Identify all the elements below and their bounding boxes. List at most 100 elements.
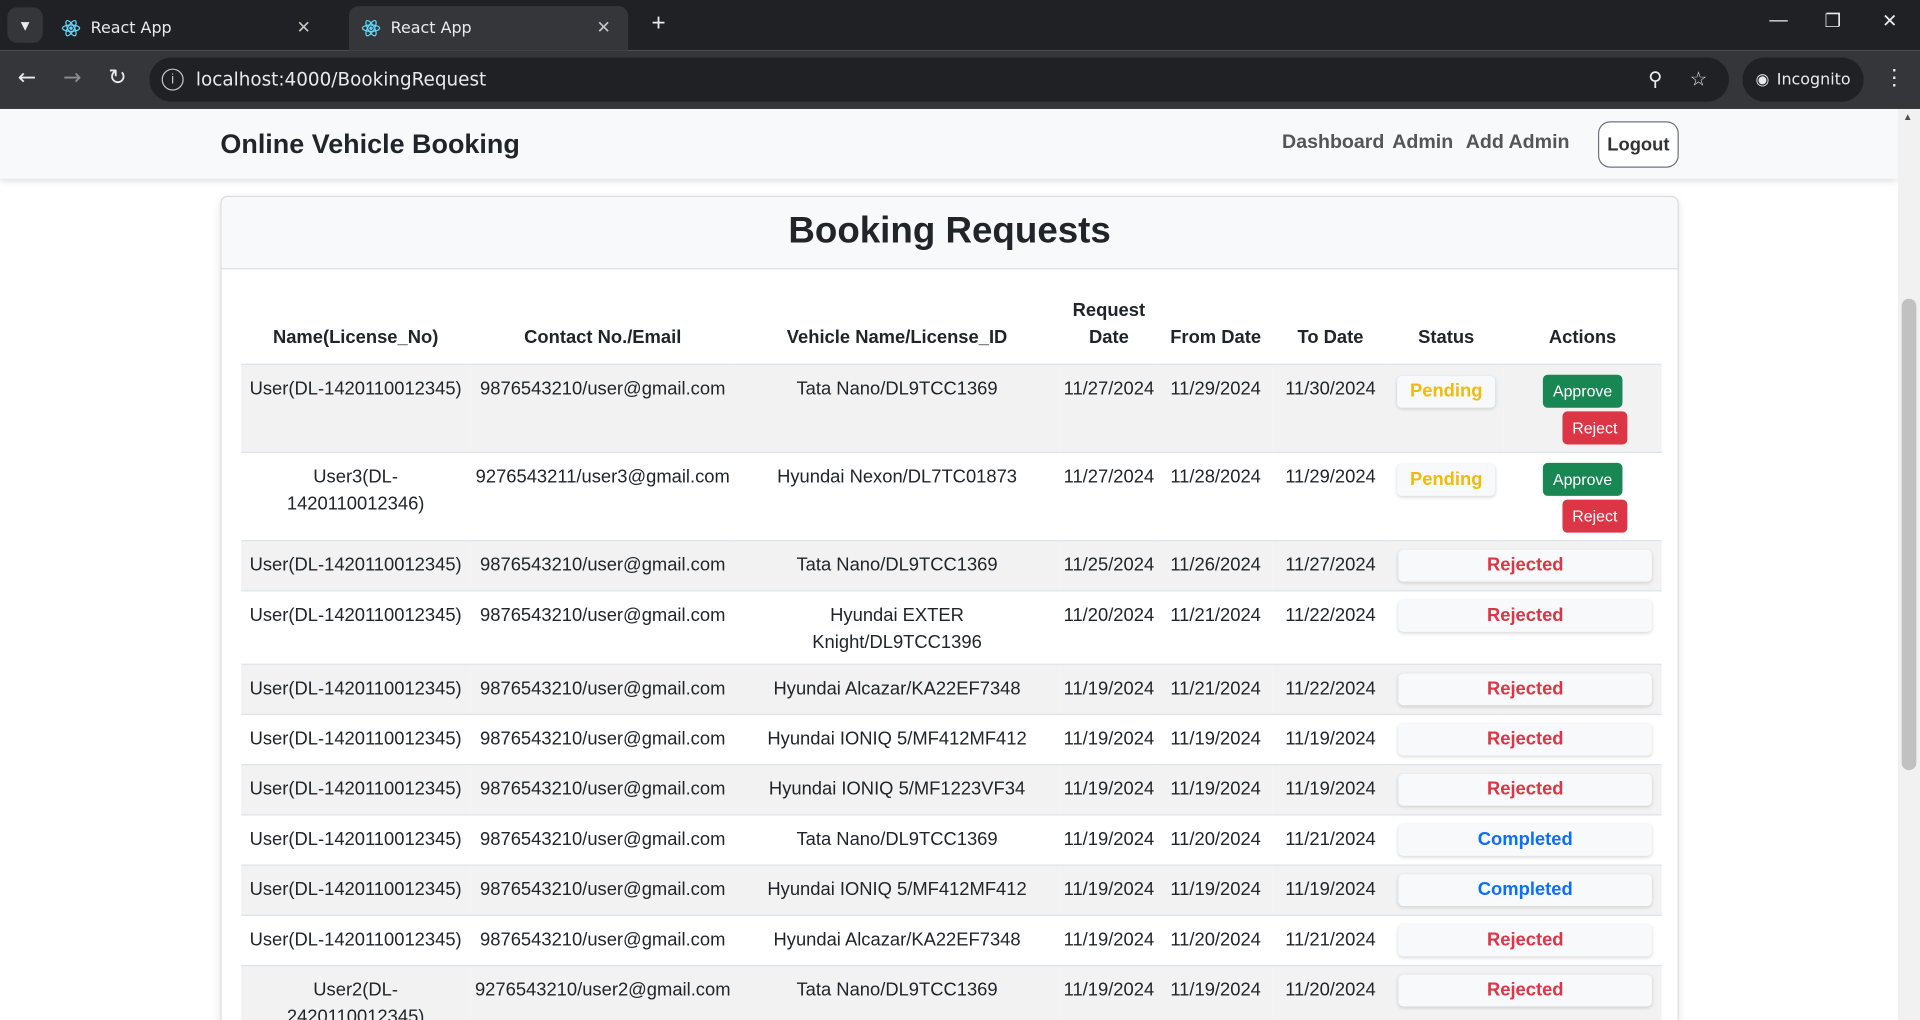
cell-to-date: 11/30/2024	[1272, 364, 1389, 454]
cell-status: Completed	[1388, 865, 1662, 916]
cell-status: Rejected	[1388, 764, 1662, 816]
cell-vehicle: Tata Nano/DL9TCC1369	[735, 965, 1059, 1020]
cell-to-date: 11/20/2024	[1272, 965, 1389, 1020]
cell-contact: 9876543210/user@gmail.com	[470, 364, 736, 454]
cell-contact: 9876543210/user@gmail.com	[470, 714, 736, 766]
scrollbar-thumb[interactable]	[1901, 298, 1917, 771]
page-scrollbar[interactable]: ▲	[1897, 108, 1920, 1020]
table-row: User(DL-1420110012345) 9876543210/user@g…	[241, 764, 1662, 816]
page-viewport: Online Vehicle Booking Dashboard Admin A…	[0, 108, 1898, 1020]
cell-status: Rejected	[1388, 965, 1662, 1020]
reload-icon[interactable]: ↻	[103, 65, 132, 91]
close-icon[interactable]: ✕	[591, 18, 615, 38]
star-icon[interactable]: ☆	[1690, 67, 1708, 91]
approve-button[interactable]: Approve	[1543, 374, 1623, 408]
cell-from-date: 11/20/2024	[1159, 814, 1273, 866]
table-row: User(DL-1420110012345) 9876543210/user@g…	[241, 364, 1662, 454]
cell-status: Completed	[1388, 814, 1662, 866]
cell-request-date: 11/19/2024	[1058, 764, 1160, 816]
tab-search-button[interactable]: ▼	[7, 7, 43, 43]
cell-request-date: 11/20/2024	[1058, 590, 1160, 665]
column-header-contact: Contact No./Email	[470, 292, 736, 365]
cell-from-date: 11/19/2024	[1159, 714, 1273, 766]
restore-icon[interactable]: ❐	[1825, 10, 1841, 32]
cell-request-date: 11/19/2024	[1058, 714, 1160, 766]
cell-name: User(DL-1420110012345)	[241, 364, 471, 454]
cell-from-date: 11/19/2024	[1159, 865, 1273, 916]
cell-contact: 9876543210/user@gmail.com	[470, 764, 736, 816]
cell-to-date: 11/21/2024	[1272, 915, 1389, 967]
cell-to-date: 11/27/2024	[1272, 540, 1389, 592]
table-row: User2(DL-2420110012345) 9276543210/user2…	[241, 965, 1662, 1020]
info-icon[interactable]: i	[161, 68, 184, 91]
approve-button[interactable]: Approve	[1543, 462, 1623, 496]
browser-tab-1[interactable]: React App ✕	[49, 6, 328, 50]
plus-icon[interactable]: +	[651, 10, 665, 38]
reject-button[interactable]: Reject	[1562, 499, 1628, 533]
incognito-indicator[interactable]: ◉ Incognito	[1742, 57, 1864, 102]
cell-contact: 9276543210/user2@gmail.com	[470, 965, 736, 1020]
cell-contact: 9876543210/user@gmail.com	[470, 915, 736, 967]
cell-name: User(DL-1420110012345)	[241, 814, 471, 866]
cell-from-date: 11/26/2024	[1159, 540, 1273, 592]
column-header-vehicle: Vehicle Name/License_ID	[735, 292, 1059, 365]
kebab-menu-icon[interactable]: ⋮	[1883, 65, 1905, 91]
cell-status: Rejected	[1388, 540, 1662, 592]
status-badge: Completed	[1398, 874, 1652, 907]
cell-contact: 9876543210/user@gmail.com	[470, 814, 736, 866]
cell-from-date: 11/28/2024	[1159, 452, 1273, 542]
scroll-up-arrow-icon[interactable]: ▲	[1903, 111, 1913, 122]
cell-name: User(DL-1420110012345)	[241, 865, 471, 916]
cell-vehicle: Hyundai EXTER Knight/DL9TCC1396	[735, 590, 1059, 665]
cell-request-date: 11/19/2024	[1058, 915, 1160, 967]
table-row: User(DL-1420110012345) 9876543210/user@g…	[241, 714, 1662, 766]
logout-button[interactable]: Logout	[1597, 121, 1679, 168]
cell-name: User3(DL-1420110012346)	[241, 452, 471, 542]
cell-contact: 9876543210/user@gmail.com	[470, 865, 736, 916]
column-header-to-date: To Date	[1272, 292, 1389, 365]
table-row: User(DL-1420110012345) 9876543210/user@g…	[241, 590, 1662, 665]
cell-name: User(DL-1420110012345)	[241, 764, 471, 816]
cell-vehicle: Hyundai IONIQ 5/MF412MF412	[735, 714, 1059, 766]
status-badge: Pending	[1397, 375, 1495, 408]
cell-to-date: 11/29/2024	[1272, 452, 1389, 542]
status-badge: Rejected	[1398, 600, 1652, 632]
nav-link-dashboard[interactable]: Dashboard	[1282, 132, 1384, 154]
status-badge: Rejected	[1398, 549, 1652, 582]
cell-vehicle: Hyundai Nexon/DL7TC01873	[735, 452, 1059, 542]
cell-vehicle: Hyundai Alcazar/KA22EF7348	[735, 915, 1059, 967]
column-header-from-date: From Date	[1159, 292, 1273, 365]
cell-from-date: 11/20/2024	[1159, 915, 1273, 967]
cell-request-date: 11/19/2024	[1058, 965, 1160, 1020]
cell-vehicle: Tata Nano/DL9TCC1369	[735, 814, 1059, 866]
cell-request-date: 11/25/2024	[1058, 540, 1160, 592]
cell-vehicle: Tata Nano/DL9TCC1369	[735, 364, 1059, 454]
nav-link-add-admin[interactable]: Add Admin	[1466, 132, 1570, 154]
arrow-left-icon[interactable]: ←	[12, 65, 41, 91]
booking-requests-table: Name(License_No) Contact No./Email Vehic…	[241, 292, 1662, 1020]
cell-status: Rejected	[1388, 714, 1662, 766]
arrow-right-icon[interactable]: →	[58, 65, 87, 91]
zoom-out-icon[interactable]: ⚲	[1648, 67, 1662, 91]
column-header-name: Name(License_No)	[241, 292, 471, 365]
table-row: User(DL-1420110012345) 9876543210/user@g…	[241, 814, 1662, 866]
cell-name: User(DL-1420110012345)	[241, 714, 471, 766]
cell-status: Rejected	[1388, 915, 1662, 967]
reject-button[interactable]: Reject	[1562, 411, 1628, 445]
address-bar[interactable]: i localhost:4000/BookingRequest ⚲ ☆	[149, 57, 1729, 102]
brand-title[interactable]: Online Vehicle Booking	[220, 129, 519, 161]
browser-toolbar: ← → ↻ i localhost:4000/BookingRequest ⚲ …	[0, 50, 1920, 109]
url-text[interactable]: localhost:4000/BookingRequest	[196, 69, 486, 91]
cell-to-date: 11/22/2024	[1272, 590, 1389, 665]
browser-tab-2[interactable]: React App ✕	[348, 6, 629, 51]
close-icon[interactable]: ✕	[291, 18, 315, 38]
minimize-icon[interactable]: —	[1769, 10, 1787, 31]
cell-contact: 9876543210/user@gmail.com	[470, 540, 736, 592]
close-window-icon[interactable]: ✕	[1882, 10, 1897, 32]
nav-link-admin[interactable]: Admin	[1392, 132, 1453, 154]
cell-name: User2(DL-2420110012345)	[241, 965, 471, 1020]
table-row: User3(DL-1420110012346) 9276543211/user3…	[241, 452, 1662, 542]
table-header-row: Name(License_No) Contact No./Email Vehic…	[241, 292, 1662, 365]
cell-status: Rejected	[1388, 664, 1662, 716]
status-badge: Rejected	[1398, 773, 1652, 806]
